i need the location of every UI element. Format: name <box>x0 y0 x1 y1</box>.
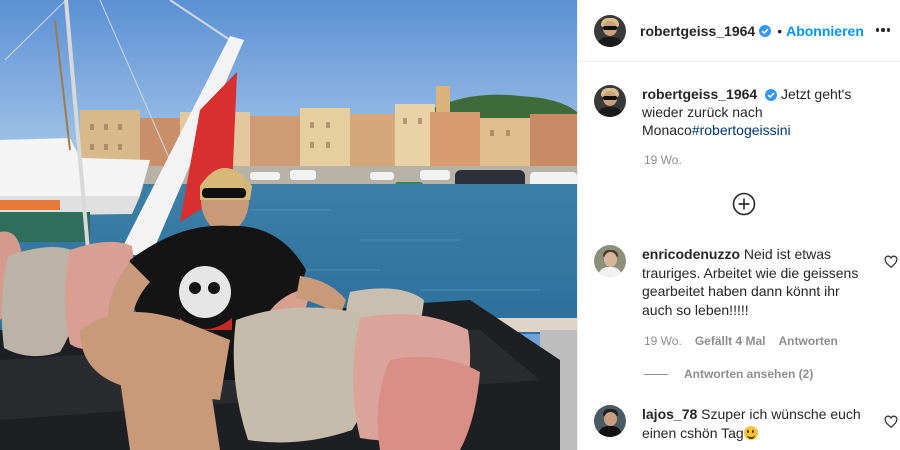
heart-icon[interactable] <box>884 415 898 429</box>
comment-text: enricodenuzzo Neid ist etwas trauriges. … <box>642 245 870 319</box>
author-avatar[interactable] <box>594 14 626 47</box>
reply-button[interactable]: Antworten <box>779 334 838 348</box>
heart-icon[interactable] <box>884 255 898 269</box>
more-options-icon[interactable] <box>873 20 893 40</box>
caption-text: robertgeiss_1964 Jetzt geht's wieder zur… <box>642 85 882 139</box>
comments-area[interactable]: robertgeiss_1964 Jetzt geht's wieder zur… <box>578 63 900 450</box>
view-replies-button[interactable]: Antworten ansehen (2) <box>644 367 813 381</box>
comment-item: lajos_78 Szuper ich wünsche euch einen c… <box>594 405 898 442</box>
smiling-face-emoji <box>743 425 758 440</box>
comment-meta: 19 Wo. Gefällt 4 Mal Antworten <box>644 334 838 348</box>
caption-timestamp[interactable]: 19 Wo. <box>644 153 682 167</box>
separator-dot: • <box>777 22 783 39</box>
yacht-harbor-photo <box>0 0 577 450</box>
author-username[interactable]: robertgeiss_1964 <box>640 23 755 39</box>
comment-item: enricodenuzzo Neid ist etwas trauriges. … <box>594 245 898 319</box>
post-header: robertgeiss_1964 • Abonnieren <box>578 0 900 62</box>
caption-username[interactable]: robertgeiss_1964 <box>642 86 757 102</box>
post-side-panel: robertgeiss_1964 • Abonnieren robertgeis… <box>577 0 900 450</box>
view-replies-label: Antworten ansehen (2) <box>684 367 814 381</box>
plus-circle-icon[interactable] <box>732 192 756 216</box>
replies-divider-line <box>644 373 668 375</box>
caption-avatar[interactable] <box>594 85 626 117</box>
verified-badge-icon <box>765 89 778 102</box>
commenter-avatar[interactable] <box>594 245 626 277</box>
commenter-username[interactable]: enricodenuzzo <box>642 246 740 262</box>
post-photo[interactable] <box>0 0 577 450</box>
comment-likes[interactable]: Gefällt 4 Mal <box>695 334 766 348</box>
comment-timestamp[interactable]: 19 Wo. <box>644 334 682 348</box>
verified-badge-icon <box>759 24 772 37</box>
commenter-avatar[interactable] <box>594 405 626 437</box>
caption-hashtag[interactable]: #robertogeissini <box>692 122 791 138</box>
follow-button[interactable]: Abonnieren <box>786 23 864 39</box>
commenter-username[interactable]: lajos_78 <box>642 406 697 422</box>
post-caption: robertgeiss_1964 Jetzt geht's wieder zur… <box>594 85 894 139</box>
comment-text: lajos_78 Szuper ich wünsche euch einen c… <box>642 405 870 442</box>
